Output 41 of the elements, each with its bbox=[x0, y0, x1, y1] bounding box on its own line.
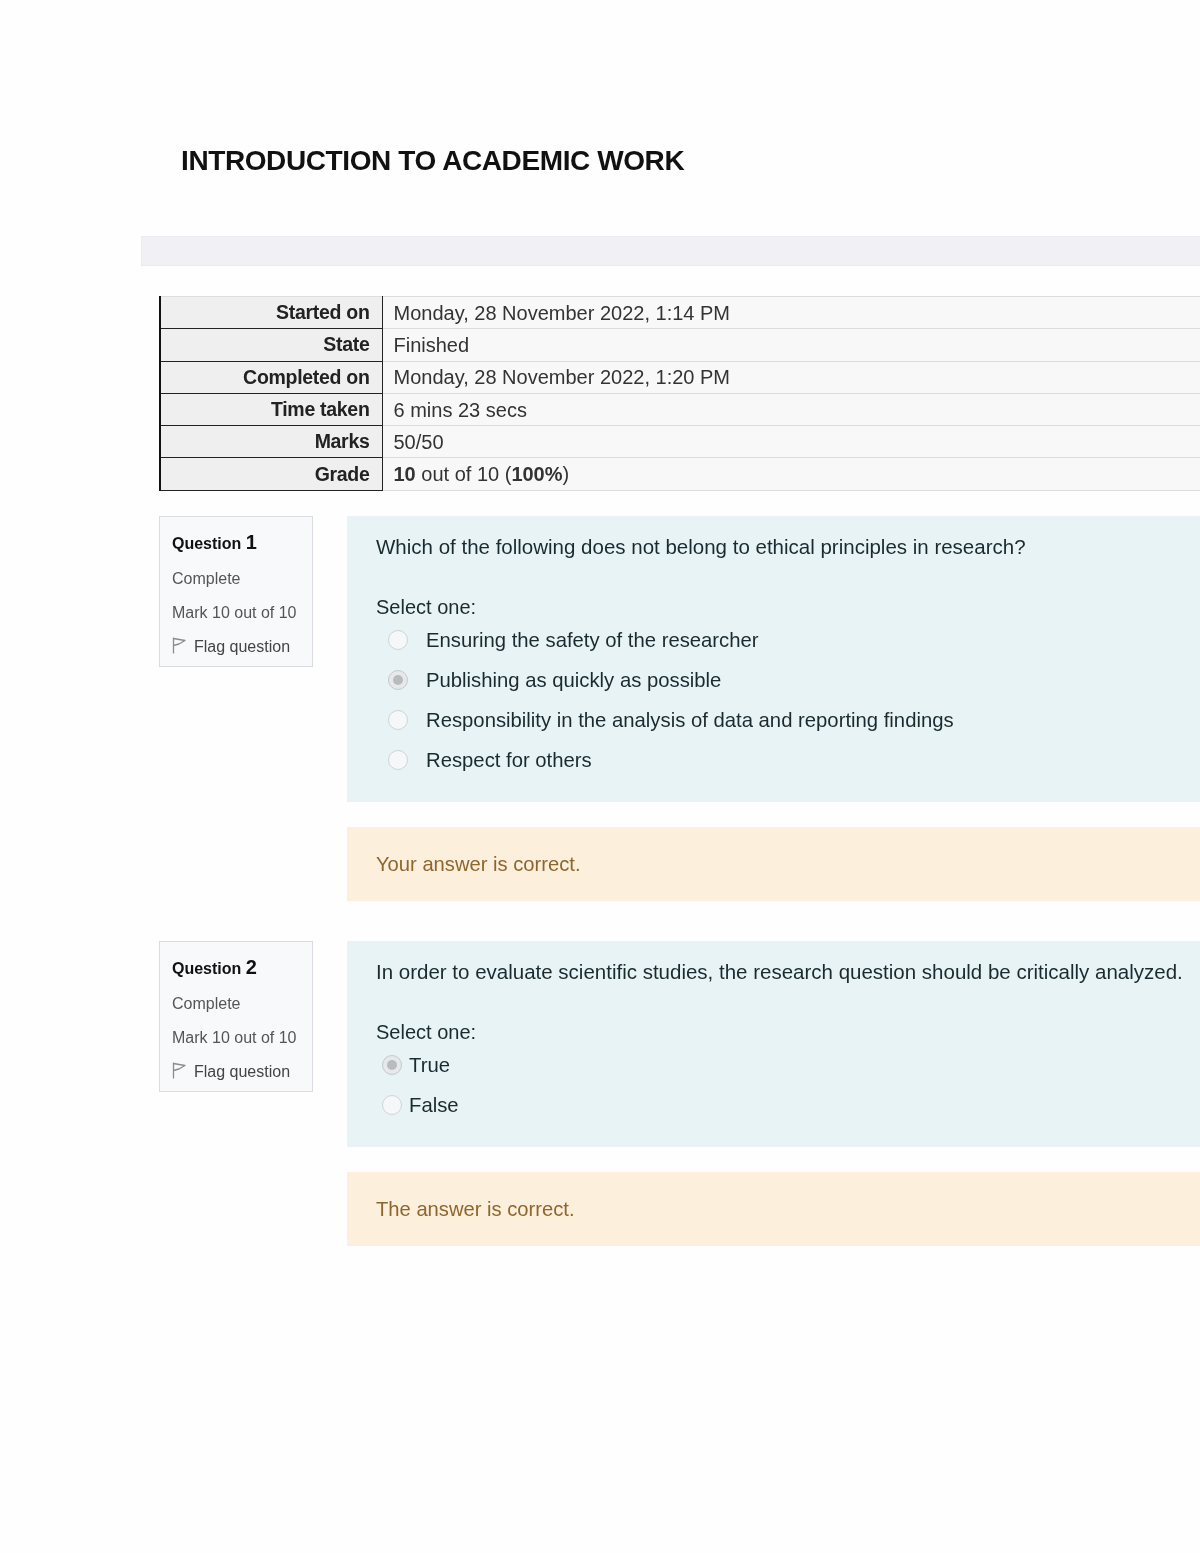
table-cell: 6 mins 23 secs bbox=[382, 393, 1200, 426]
question-mark: Mark 10 out of 10 bbox=[172, 602, 298, 623]
header-cell: Completed on bbox=[160, 361, 382, 394]
radio-button[interactable] bbox=[382, 1094, 402, 1115]
answer-option: True bbox=[409, 1049, 450, 1080]
answer-option: Publishing as quickly as possible bbox=[426, 664, 722, 695]
flag-question-link[interactable]: Flag question bbox=[194, 1061, 291, 1082]
flag-icon bbox=[172, 1061, 186, 1079]
select-prompt: Select one: bbox=[376, 1019, 478, 1044]
table-cell: Monday, 28 November 2022, 1:14 PM bbox=[382, 296, 1200, 329]
radio-button[interactable] bbox=[388, 709, 408, 730]
header-cell: Started on bbox=[160, 296, 382, 329]
question-heading: Question 1 bbox=[172, 530, 258, 555]
header-cell: Grade bbox=[160, 458, 382, 491]
answer-option: Responsibility in the analysis of data and reporting findings bbox=[426, 704, 954, 735]
table-cell: Monday, 28 November 2022, 1:20 PM bbox=[382, 361, 1200, 394]
question-mark: Mark 10 out of 10 bbox=[172, 1027, 298, 1048]
radio-button[interactable] bbox=[382, 1054, 402, 1075]
answer-option: False bbox=[409, 1089, 459, 1120]
header-cell: Time taken bbox=[160, 393, 382, 426]
feedback-text: Your answer is correct. bbox=[376, 851, 581, 877]
select-prompt: Select one: bbox=[376, 594, 478, 619]
radio-button[interactable] bbox=[388, 749, 408, 770]
flag-question-link[interactable]: Flag question bbox=[194, 636, 291, 657]
question-status: Complete bbox=[172, 993, 242, 1014]
answer-option: Respect for others bbox=[426, 744, 592, 775]
flag-icon bbox=[172, 636, 186, 654]
header-cell: Marks bbox=[160, 425, 382, 458]
answer-option: Ensuring the safety of the researcher bbox=[426, 624, 759, 655]
table-cell: 10 out of 10 (100%) bbox=[382, 458, 1200, 491]
page-title: INTRODUCTION TO ACADEMIC WORK bbox=[181, 144, 686, 178]
header-cell: State bbox=[160, 328, 382, 362]
radio-button[interactable] bbox=[388, 669, 408, 690]
question-status: Complete bbox=[172, 568, 242, 589]
question-text: In order to evaluate scientific studies, the research question should be critically analyzed. bbox=[376, 959, 1184, 984]
radio-button[interactable] bbox=[388, 629, 408, 650]
table-cell: Finished bbox=[382, 328, 1200, 362]
question-text: Which of the following does not belong to ethical principles in research? bbox=[376, 534, 1027, 559]
feedback-text: The answer is correct. bbox=[376, 1196, 575, 1222]
table-cell: 50/50 bbox=[382, 425, 1200, 458]
question-heading: Question 2 bbox=[172, 955, 258, 980]
